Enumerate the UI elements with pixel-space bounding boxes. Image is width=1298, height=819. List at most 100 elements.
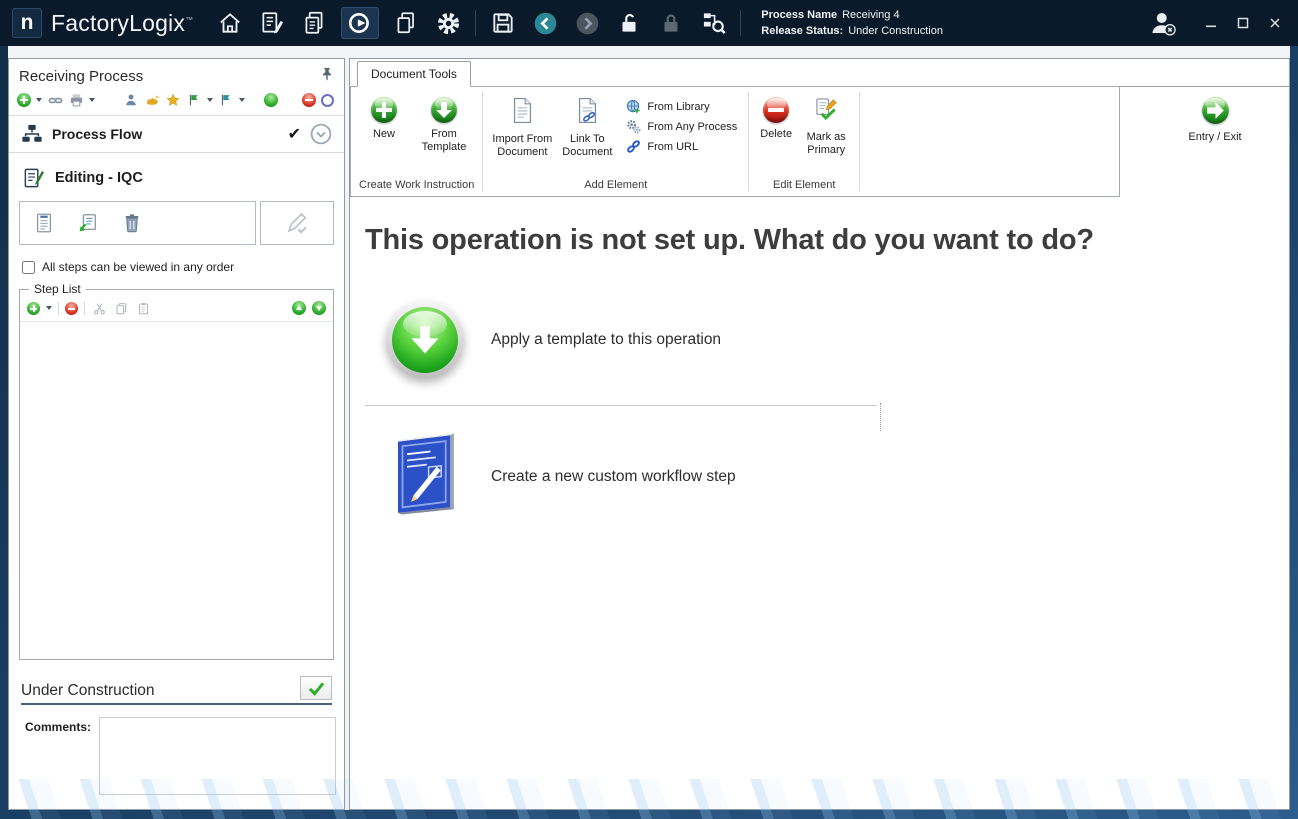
group-label-create: Create Work Instruction	[351, 177, 482, 196]
add-step-dropdown-icon[interactable]	[46, 306, 52, 310]
back-icon[interactable]	[530, 7, 560, 39]
link-to-document-button[interactable]: Link To Document	[556, 95, 618, 160]
green-flag-icon[interactable]	[186, 92, 202, 108]
app-logo-letter: n	[21, 11, 34, 35]
apply-template-icon-wrap	[385, 301, 465, 379]
comments-textarea[interactable]	[99, 717, 336, 795]
home-icon[interactable]	[215, 7, 245, 39]
process-search-icon[interactable]	[698, 7, 728, 39]
wizard-lamp-icon[interactable]	[144, 92, 160, 108]
toolbar-separator	[58, 302, 59, 315]
import-template-button[interactable]	[66, 204, 110, 242]
process-flow-row[interactable]: Process Flow ✔	[9, 116, 344, 152]
minimize-button[interactable]	[1204, 16, 1218, 30]
remove-icon[interactable]	[302, 93, 316, 107]
link-icon[interactable]	[47, 92, 63, 108]
operation-setup-canvas: This operation is not set up. What do yo…	[350, 199, 1289, 809]
process-info: Process Name Receiving 4 Release Status: U…	[761, 7, 943, 40]
favorite-star-icon[interactable]	[165, 92, 181, 108]
move-step-down-icon[interactable]	[312, 301, 326, 315]
ribbon: New From Template Create Work Instructio…	[350, 87, 1289, 199]
documents-icon[interactable]	[299, 7, 329, 39]
settings-gear-icon[interactable]	[433, 7, 463, 39]
process-name-value: Receiving 4	[842, 9, 899, 21]
apply-template-option[interactable]: Apply a template to this operation	[385, 301, 1289, 379]
release-icon[interactable]	[264, 93, 278, 107]
toolbar-separator	[475, 10, 476, 36]
close-button[interactable]	[1268, 16, 1282, 30]
entry-exit-arrow-icon	[1202, 97, 1229, 124]
new-button[interactable]: New	[356, 95, 412, 141]
mark-as-primary-button[interactable]: Mark as Primary	[798, 95, 854, 158]
pin-icon[interactable]	[320, 67, 334, 85]
comments-label: Comments:	[25, 717, 91, 795]
template-down-arrow-icon	[431, 97, 457, 123]
user-icon[interactable]	[1148, 7, 1178, 39]
forward-icon[interactable]	[572, 7, 602, 39]
copy-icon[interactable]	[113, 300, 129, 316]
print-icon[interactable]	[68, 92, 84, 108]
move-step-up-icon[interactable]	[292, 301, 306, 315]
edit-check-disabled-icon[interactable]	[275, 204, 319, 242]
ribbon-tab-row: Document Tools	[350, 59, 1289, 87]
save-icon[interactable]	[488, 7, 518, 39]
delete-element-button[interactable]: Delete	[754, 95, 798, 141]
apply-template-icon[interactable]	[386, 301, 464, 379]
create-workflow-option[interactable]: Create a new custom workflow step	[385, 430, 1289, 523]
unlock-icon[interactable]	[614, 7, 644, 39]
from-any-process-button[interactable]: From Any Process	[626, 119, 737, 134]
paste-icon[interactable]	[135, 300, 151, 316]
library-globe-icon	[626, 99, 641, 114]
process-navigator-icon-active[interactable]	[341, 7, 379, 39]
entry-exit-button[interactable]: Entry / Exit	[1165, 97, 1265, 143]
from-url-button[interactable]: From URL	[626, 139, 737, 154]
release-status-label: Release Status:	[761, 25, 843, 37]
step-list-empty-area[interactable]	[20, 322, 333, 659]
tab-document-tools[interactable]: Document Tools	[357, 61, 471, 87]
editing-label: Editing - IQC	[55, 170, 143, 186]
from-library-button[interactable]: From Library	[626, 99, 737, 114]
import-from-document-button[interactable]: Import From Document	[488, 95, 556, 160]
add-element-stack: From Library From Any Process	[618, 95, 743, 154]
report-button[interactable]	[22, 204, 66, 242]
copy-pages-icon[interactable]	[391, 7, 421, 39]
setup-heading: This operation is not set up. What do yo…	[365, 224, 1289, 257]
ribbon-box: New From Template Create Work Instructio…	[350, 86, 1120, 197]
collapse-circle-icon[interactable]	[310, 123, 332, 145]
work-instructions-icon[interactable]	[257, 7, 287, 39]
teal-flag-icon[interactable]	[218, 92, 234, 108]
comments-section: Comments:	[9, 705, 344, 809]
mark-primary-icon	[814, 97, 839, 126]
release-status-text: Under Construction	[21, 682, 155, 700]
add-operation-icon[interactable]	[17, 93, 31, 107]
options-divider	[365, 405, 877, 406]
delete-operation-button[interactable]	[110, 204, 154, 242]
group-create-work-instruction: New From Template Create Work Instructio…	[351, 87, 482, 196]
maximize-button[interactable]	[1236, 16, 1250, 30]
remove-step-icon[interactable]	[65, 302, 78, 315]
print-dropdown-icon[interactable]	[89, 98, 95, 102]
titlebar-right	[1142, 7, 1286, 39]
any-order-checkbox[interactable]	[22, 261, 35, 274]
lock-disabled-icon[interactable]	[656, 7, 686, 39]
release-status-value: Under Construction	[848, 25, 943, 37]
step-list-group: Step List	[19, 289, 334, 660]
cut-icon[interactable]	[91, 300, 107, 316]
status-ring-icon[interactable]	[321, 94, 334, 107]
operation-actions	[9, 199, 344, 255]
process-gears-icon	[626, 119, 641, 134]
teal-flag-dropdown-icon[interactable]	[239, 98, 245, 102]
app-content: Receiving Process	[8, 46, 1290, 810]
assign-user-icon[interactable]	[123, 92, 139, 108]
green-flag-dropdown-icon[interactable]	[207, 98, 213, 102]
process-name-label: Process Name	[761, 9, 837, 21]
approve-status-button[interactable]	[300, 676, 332, 700]
create-workflow-blueprint-icon[interactable]	[389, 430, 461, 523]
from-template-button[interactable]: From Template	[412, 95, 476, 154]
group-label-edit: Edit Element	[749, 177, 859, 196]
import-document-icon	[511, 97, 534, 128]
add-operation-dropdown-icon[interactable]	[36, 98, 42, 102]
add-step-icon[interactable]	[27, 302, 40, 315]
step-list-label: Step List	[29, 282, 86, 296]
check-icon[interactable]: ✔	[288, 124, 301, 144]
